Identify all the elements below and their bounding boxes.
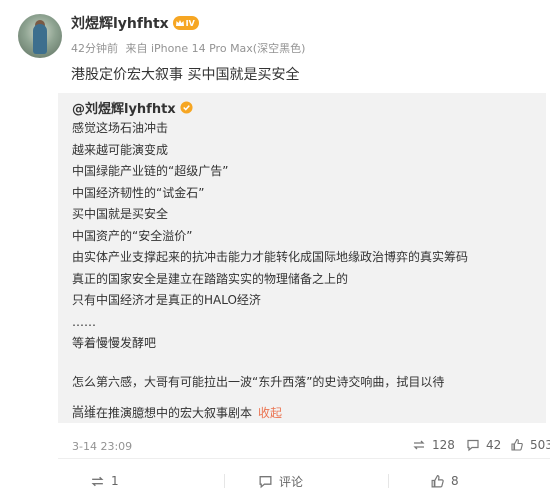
quoted-last-line: 高维在推演臆想中的宏大叙事剧本 收起 xyxy=(72,404,282,421)
comment-label: 评论 xyxy=(279,474,304,489)
quoted-like-count: 503 xyxy=(530,438,550,452)
quoted-post[interactable]: @刘煜辉lyhfhtx 感觉这场石油冲击 越来越可能演变成 中国绿能产业链的“超… xyxy=(58,93,550,453)
crown-icon xyxy=(175,20,184,26)
quoted-line: 真正的国家安全是建立在踏踏实实的物理储备之上的 xyxy=(72,271,349,286)
quoted-comment-stat[interactable]: 42 xyxy=(466,438,501,452)
quoted-line: 中国绿能产业链的“超级广告” xyxy=(72,164,229,178)
avatar[interactable] xyxy=(18,14,62,58)
repost-button[interactable]: 1 xyxy=(90,470,119,492)
comment-button[interactable]: 评论 xyxy=(258,470,303,492)
repost-count: 1 xyxy=(111,474,119,488)
action-separator xyxy=(388,474,389,488)
quoted-line: 等着慢慢发酵吧 xyxy=(72,336,157,350)
repost-icon xyxy=(413,440,425,450)
quoted-line-blank xyxy=(72,355,542,372)
quoted-like-stat[interactable]: 503 xyxy=(510,438,550,452)
post-source: 来自 iPhone 14 Pro Max(深空黑色) xyxy=(125,42,306,55)
quoted-line: …… xyxy=(72,314,96,329)
username[interactable]: 刘煜辉lyhfhtx IV xyxy=(71,13,199,33)
verified-icon xyxy=(180,101,193,114)
post-time[interactable]: 42分钟前 xyxy=(71,42,118,55)
like-count: 8 xyxy=(451,474,459,488)
quoted-comment-count: 42 xyxy=(486,438,502,452)
divider xyxy=(58,458,550,459)
repost-icon xyxy=(91,476,104,486)
vip-level: IV xyxy=(185,18,195,28)
action-separator xyxy=(224,474,225,488)
post-meta: 42分钟前 来自 iPhone 14 Pro Max(深空黑色) xyxy=(71,40,309,56)
quoted-time[interactable]: 3-14 23:09 xyxy=(72,440,132,453)
like-icon xyxy=(431,474,444,487)
quoted-last-text: 高维在推演臆想中的宏大叙事剧本 xyxy=(72,406,253,420)
quoted-line: 中国经济韧性的“试金石” xyxy=(72,185,205,200)
quoted-footer: 3-14 23:09 128 42 503 xyxy=(70,436,550,456)
quoted-author-name[interactable]: @刘煜辉lyhfhtx xyxy=(72,98,176,117)
vip-badge[interactable]: IV xyxy=(172,16,199,30)
quoted-author[interactable]: @刘煜辉lyhfhtx xyxy=(72,98,193,117)
quoted-line: 怎么第六感，大哥有可能拉出一波“东升西落”的史诗交响曲，拭目以待 xyxy=(72,374,445,389)
quoted-line: 只有中国经济才是真正的HALO经济 xyxy=(72,293,261,307)
quoted-repost-count: 128 xyxy=(432,438,455,452)
avatar-figure xyxy=(33,24,47,54)
comment-icon xyxy=(259,475,272,488)
collapse-link[interactable]: 收起 xyxy=(258,406,282,420)
quoted-line: 买中国就是买安全 xyxy=(72,207,169,221)
post-text: 港股定价宏大叙事 买中国就是买安全 xyxy=(71,67,300,83)
username-text[interactable]: 刘煜辉lyhfhtx xyxy=(71,13,169,33)
quoted-line: 中国资产的“安全溢价” xyxy=(72,228,193,243)
quoted-line: 越来越可能演变成 xyxy=(72,142,169,157)
like-button[interactable]: 8 xyxy=(430,470,459,492)
quoted-text: 感觉这场石油冲击 越来越可能演变成 中国绿能产业链的“超级广告” 中国经济韧性的… xyxy=(72,118,542,415)
quoted-line: 感觉这场石油冲击 xyxy=(72,121,169,135)
like-icon xyxy=(511,438,523,451)
quoted-repost-stat[interactable]: 128 xyxy=(412,438,455,452)
quoted-line: 由实体产业支撑起来的抗冲击能力才能转化成国际地缘政治博弈的真实筹码 xyxy=(72,250,469,264)
comment-icon xyxy=(467,439,479,452)
action-bar: 1 评论 8 xyxy=(58,470,550,494)
